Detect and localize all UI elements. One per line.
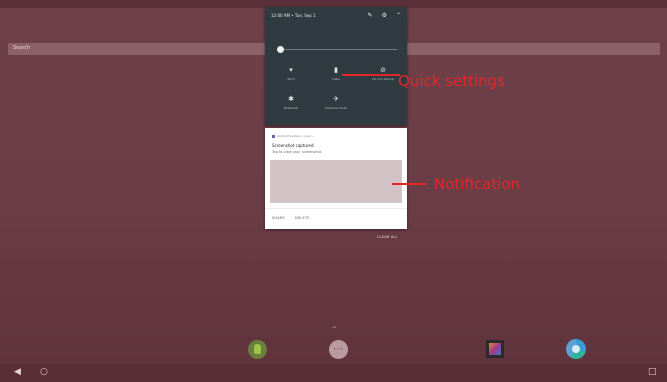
notification-app-header: Android System • now ⌄	[272, 134, 314, 138]
notification-text: Tap to view your screenshot.	[272, 150, 323, 154]
clear-all-button[interactable]: CLEAR ALL	[377, 235, 398, 239]
tile-label: Do not disturb	[372, 77, 394, 81]
tile-label: Data	[332, 77, 340, 81]
screenshot-notification[interactable]: Android System • now ⌄ Screenshot captur…	[265, 128, 407, 229]
navigation-bar: ◀ ○ □	[0, 364, 667, 382]
battery-icon: ▮	[334, 66, 338, 74]
airplane-icon: ✈	[333, 95, 339, 103]
wifi-icon: ▾	[289, 66, 293, 74]
browser-app-icon[interactable]	[565, 338, 587, 360]
collapse-icon[interactable]: ⌃	[396, 12, 401, 19]
quick-settings-callout-label: Quick settings	[398, 72, 505, 90]
divider	[265, 208, 407, 209]
tile-label: Airplane mode	[325, 106, 347, 110]
search-placeholder: Search	[13, 45, 31, 51]
tile-label: Bluetooth	[283, 106, 299, 110]
home-icon[interactable]: ○	[40, 367, 48, 378]
tile-bluetooth[interactable]: ✱ Bluetooth	[271, 95, 311, 110]
clock-date: 12:00 AM • Tue, Sep 1	[271, 13, 316, 18]
share-button[interactable]: SHARE	[272, 216, 285, 220]
tile-wifi[interactable]: ▾ Wi-Fi	[271, 66, 311, 81]
quick-settings-callout-line	[342, 74, 400, 76]
quick-settings-panel: 12:00 AM • Tue, Sep 1 ✎ ⚙ ⌃ ▾ Wi-Fi ▮ Da…	[265, 7, 407, 125]
notification-callout-line	[392, 183, 426, 185]
recents-icon[interactable]: □	[648, 367, 657, 378]
notification-callout-label: Notification	[434, 175, 521, 193]
quick-settings-header: 12:00 AM • Tue, Sep 1 ✎ ⚙ ⌃	[271, 12, 401, 21]
brightness-slider-track[interactable]	[279, 49, 397, 50]
dnd-icon: ⊘	[380, 66, 386, 74]
bluetooth-icon: ✱	[288, 95, 294, 103]
android-app-icon[interactable]	[246, 338, 268, 360]
app-drawer-icon[interactable]: ⋯	[327, 338, 349, 360]
settings-icon[interactable]: ⚙	[382, 12, 387, 19]
tile-airplane-mode[interactable]: ✈ Airplane mode	[316, 95, 356, 110]
back-icon[interactable]: ◀	[14, 367, 21, 378]
tile-label: Wi-Fi	[287, 77, 295, 81]
notification-title: Screenshot captured.	[272, 143, 315, 148]
brightness-slider-handle[interactable]	[277, 46, 284, 53]
delete-button[interactable]: DELETE	[295, 216, 310, 220]
edit-icon[interactable]: ✎	[368, 12, 373, 19]
notification-app-name: Android System • now ⌄	[277, 134, 315, 138]
screenshot-preview-image[interactable]	[270, 160, 402, 203]
app-drawer-handle[interactable]: ^	[332, 326, 337, 333]
app-icon	[272, 134, 275, 138]
gallery-app-icon[interactable]	[484, 338, 506, 360]
